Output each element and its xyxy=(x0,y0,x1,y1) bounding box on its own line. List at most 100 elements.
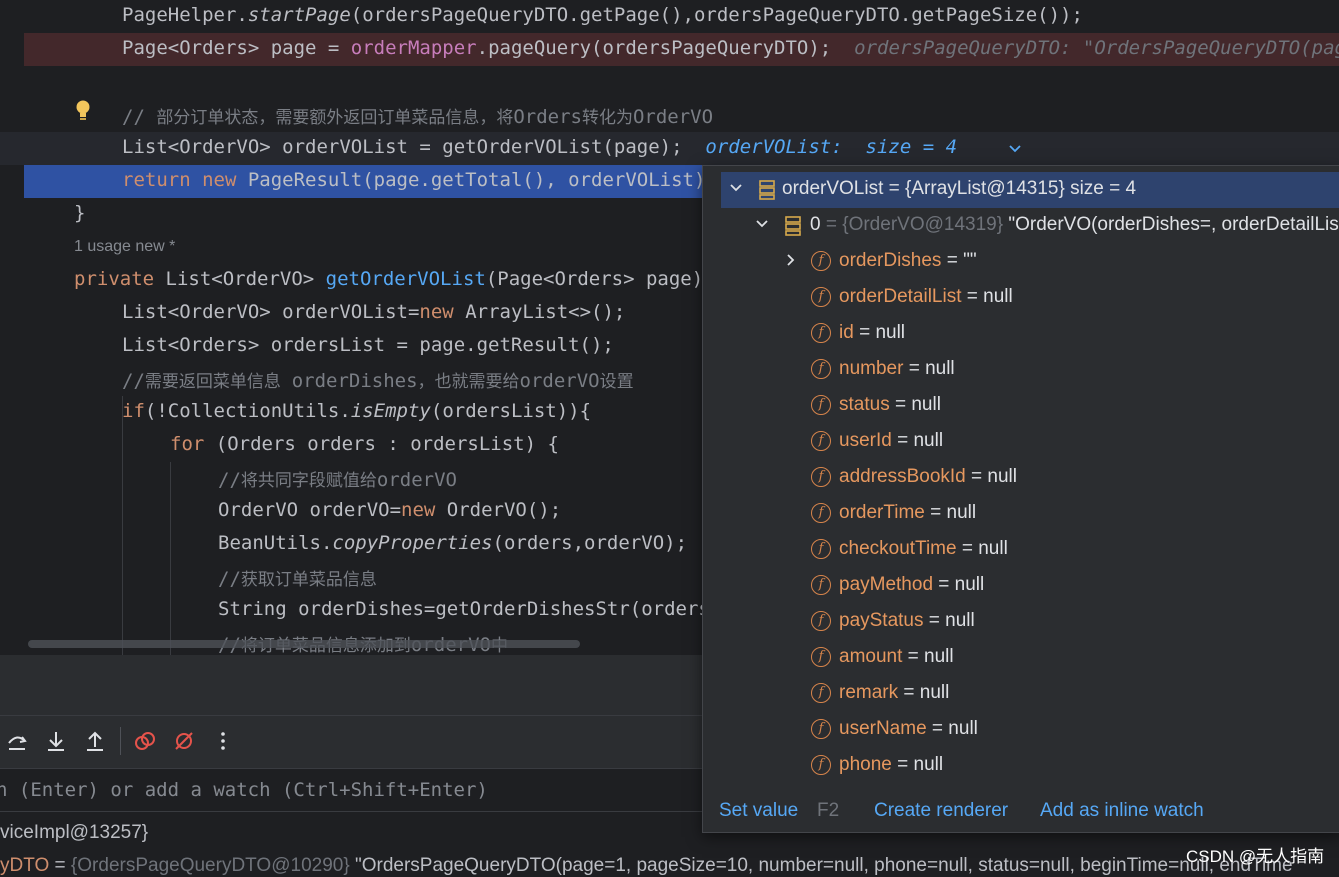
root-value: = {ArrayList@14315} size = 4 xyxy=(883,178,1137,199)
code-line[interactable]: List<Orders> ordersList = page.getResult… xyxy=(122,334,614,356)
field-icon: f xyxy=(811,287,831,307)
field-value: = null xyxy=(853,322,906,343)
field-row-id[interactable]: f id = null xyxy=(703,316,1339,352)
code-token: (orders,orderVO); xyxy=(492,532,688,554)
code-token: 需要返回菜单信息 xyxy=(144,372,292,392)
field-value: = null xyxy=(889,394,941,415)
code-line[interactable]: for (Orders orders : ordersList) { xyxy=(170,433,559,455)
mute-breakpoints-icon[interactable] xyxy=(171,728,197,754)
code-line[interactable]: return new PageResult(page.getTotal(), o… xyxy=(122,169,717,191)
field-row-orderDetailList[interactable]: f orderDetailList = null xyxy=(703,280,1339,316)
code-token: String orderDishes=getOrderDishesStr(ord… xyxy=(218,598,733,620)
chevron-down-icon[interactable] xyxy=(755,217,769,231)
code-line[interactable]: List<OrderVO> orderVOList=new ArrayList<… xyxy=(122,301,625,323)
code-token: for xyxy=(170,433,216,455)
field-name: remark xyxy=(839,682,899,703)
field-value: = null xyxy=(891,430,944,451)
create-renderer-link[interactable]: Create renderer xyxy=(874,800,1008,822)
code-line[interactable]: List<OrderVO> orderVOList = getOrderVOLi… xyxy=(122,136,957,158)
field-row-status[interactable]: f status = null xyxy=(703,388,1339,424)
field-value: = "" xyxy=(941,250,977,271)
variable-eq: = xyxy=(49,855,71,876)
field-value: = null xyxy=(898,682,950,703)
editor-gutter[interactable] xyxy=(0,0,70,655)
code-line[interactable]: Page<Orders> page = orderMapper.pageQuer… xyxy=(122,37,1339,59)
field-icon: f xyxy=(811,719,831,739)
code-token: PageHelper. xyxy=(122,4,248,26)
field-row-payStatus[interactable]: f payStatus = null xyxy=(703,604,1339,640)
horizontal-scrollbar[interactable] xyxy=(28,640,580,648)
code-token: ，也就需要给 xyxy=(417,372,520,392)
code-line[interactable]: if(!CollectionUtils.isEmpty(ordersList))… xyxy=(122,400,591,422)
field-row-userName[interactable]: f userName = null xyxy=(703,712,1339,748)
code-token: if xyxy=(122,400,145,422)
code-token: (ordersList)){ xyxy=(430,400,592,422)
variable-row-dto[interactable]: yDTO = {OrdersPageQueryDTO@10290} "Order… xyxy=(0,855,1293,877)
field-name: number xyxy=(839,358,904,379)
item-index: 0 xyxy=(810,214,821,235)
variable-ref: {OrdersPageQueryDTO@10290} xyxy=(70,855,355,876)
popup-root-row[interactable]: orderVOList = {ArrayList@14315} size = 4 xyxy=(721,172,1339,208)
evaluate-watch-input[interactable]: n (Enter) or add a watch (Ctrl+Shift+Ent… xyxy=(0,768,702,812)
indent-guide xyxy=(122,396,123,655)
field-name: orderTime xyxy=(839,502,925,523)
code-line[interactable]: } xyxy=(74,202,85,224)
lightbulb-icon[interactable] xyxy=(74,99,92,123)
code-line[interactable]: //需要返回菜单信息 orderDishes，也就需要给orderVO设置 xyxy=(122,367,634,392)
field-value: = null xyxy=(933,574,985,595)
set-value-shortcut: F2 xyxy=(817,800,840,821)
step-over-icon[interactable] xyxy=(4,728,30,754)
code-token: OrderVO(); xyxy=(446,499,562,521)
code-token: ordersPageQueryDTO: "OrdersPageQueryDTO(… xyxy=(854,37,1339,59)
chevron-right-icon[interactable] xyxy=(784,253,798,267)
field-name: payStatus xyxy=(839,610,924,631)
field-row-number[interactable]: f number = null xyxy=(703,352,1339,388)
code-token: 将共同字段赋值给 xyxy=(240,471,377,491)
field-name: checkoutTime xyxy=(839,538,957,559)
code-line[interactable]: PageHelper.startPage(ordersPageQueryDTO.… xyxy=(122,4,1083,26)
code-token: orderVO xyxy=(376,469,457,491)
set-value-link[interactable]: Set value xyxy=(719,800,798,822)
field-row-remark[interactable]: f remark = null xyxy=(703,676,1339,712)
code-line[interactable]: // 部分订单状态，需要额外返回订单菜品信息，将Orders转化为OrderVO xyxy=(122,103,713,128)
field-icon: f xyxy=(811,611,831,631)
object-icon xyxy=(785,216,801,236)
code-line[interactable]: private List<OrderVO> getOrderVOList(Pag… xyxy=(74,268,715,290)
variable-row-this[interactable]: viceImpl@13257} xyxy=(0,822,148,844)
field-row-orderDishes[interactable]: f orderDishes = "" xyxy=(703,244,1339,280)
field-value: = null xyxy=(965,466,1017,487)
field-row-phone[interactable]: f phone = null xyxy=(703,748,1339,784)
code-token: (ordersPageQueryDTO.getPage(),ordersPage… xyxy=(350,4,1083,26)
debug-panel-header xyxy=(0,655,702,715)
chevron-down-icon[interactable] xyxy=(729,181,743,195)
field-row-amount[interactable]: f amount = null xyxy=(703,640,1339,676)
field-row-orderTime[interactable]: f orderTime = null xyxy=(703,496,1339,532)
code-token: ArrayList<>(); xyxy=(465,301,626,323)
code-token: 部分订单状态，需要额外返回订单菜品信息，将 xyxy=(156,108,514,128)
field-icon: f xyxy=(811,431,831,451)
view-breakpoints-icon[interactable] xyxy=(132,728,158,754)
more-options-icon[interactable] xyxy=(210,728,236,754)
add-inline-watch-link[interactable]: Add as inline watch xyxy=(1040,800,1204,822)
field-value: = null xyxy=(923,610,975,631)
field-row-payMethod[interactable]: f payMethod = null xyxy=(703,568,1339,604)
popup-item-0-row[interactable]: 0 = {OrderVO@14319} "OrderVO(orderDishes… xyxy=(703,208,1339,244)
code-line[interactable]: //将共同字段赋值给orderVO xyxy=(218,466,457,491)
field-row-checkoutTime[interactable]: f checkoutTime = null xyxy=(703,532,1339,568)
chevron-down-icon[interactable] xyxy=(1008,142,1022,156)
code-token: copyProperties xyxy=(332,532,493,554)
step-into-icon[interactable] xyxy=(43,728,69,754)
field-row-userId[interactable]: f userId = null xyxy=(703,424,1339,460)
code-line[interactable]: String orderDishes=getOrderDishesStr(ord… xyxy=(218,598,733,620)
usage-hint[interactable]: 1 usage new * xyxy=(74,238,175,256)
field-name: orderDishes xyxy=(839,250,942,271)
code-line[interactable]: BeanUtils.copyProperties(orders,orderVO)… xyxy=(218,532,687,554)
step-out-icon[interactable] xyxy=(82,728,108,754)
field-row-addressBookId[interactable]: f addressBookId = null xyxy=(703,460,1339,496)
watch-placeholder: n (Enter) or add a watch (Ctrl+Shift+Ent… xyxy=(0,779,488,801)
code-line[interactable]: OrderVO orderVO=new OrderVO(); xyxy=(218,499,561,521)
code-token: new xyxy=(401,499,447,521)
code-token: List<OrderVO> xyxy=(165,268,326,290)
field-icon: f xyxy=(811,467,831,487)
code-line[interactable]: //获取订单菜品信息 xyxy=(218,565,377,590)
